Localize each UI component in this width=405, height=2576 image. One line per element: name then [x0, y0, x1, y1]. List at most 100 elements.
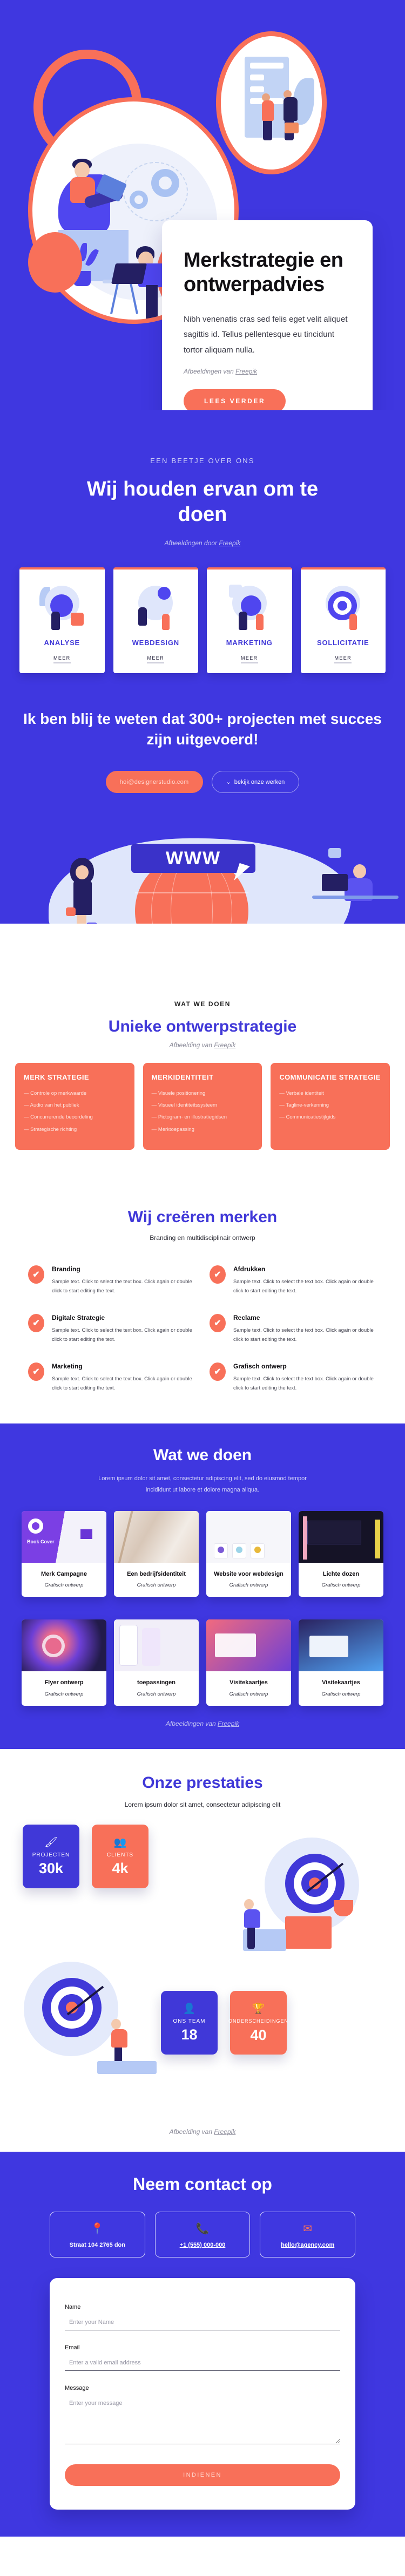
portfolio-item-category: Grafisch ontwerp: [321, 1691, 361, 1698]
portfolio-item-title: Visitekaartjes: [322, 1679, 360, 1686]
message-input[interactable]: [65, 2398, 340, 2445]
gear-icon: [151, 169, 179, 197]
portfolio-item-category: Grafisch ontwerp: [229, 1582, 268, 1589]
www-wordmark: WWW: [131, 844, 255, 873]
portfolio-card[interactable]: Lichte dozen Grafisch ontwerp: [299, 1510, 383, 1597]
portfolio-credit: Afbeeldingen van Freepik: [0, 1720, 405, 1727]
portfolio-card[interactable]: Visitekaartjes Grafisch ontwerp: [206, 1619, 291, 1706]
portfolio-subtitle: Lorem ipsum dolor sit amet, consectetur …: [98, 1475, 307, 1493]
phone-icon: 📞: [195, 2223, 210, 2235]
email-input[interactable]: [65, 2357, 340, 2371]
portfolio-thumbnail: [114, 1619, 199, 1672]
service-name: MARKETING: [226, 639, 273, 647]
portfolio-thumbnail: [299, 1619, 383, 1672]
credit-link[interactable]: Freepik: [214, 2128, 235, 2136]
feature-item: ✔ Branding Sample text. Click to select …: [28, 1265, 195, 1296]
list-item: Audio van het publiek: [24, 1102, 126, 1109]
list-item: Concurrerende beoordeling: [24, 1114, 126, 1121]
card-title: COMMUNICATIE STRATEGIE: [279, 1073, 381, 1082]
cta-buttons: hoi@designerstudio.com ⌄ bekijk onze wer…: [22, 771, 383, 794]
feature-item: ✔ Marketing Sample text. Click to select…: [28, 1362, 195, 1393]
hero-title: Merkstrategie en ontwerpadvies: [184, 249, 343, 296]
stat-card-projecten: 🖌 PROJECTEN 30k: [23, 1825, 79, 1889]
card-title: MERK STRATEGIE: [24, 1073, 89, 1082]
feature-title: Marketing: [52, 1362, 83, 1371]
credit-prefix: Afbeelding van: [169, 2128, 214, 2136]
stats-subtitle: Lorem ipsum dolor sit amet, consectetur …: [124, 1801, 281, 1809]
stats-credit: Afbeelding van Freepik: [0, 2128, 405, 2136]
landing-page: Merkstrategie en ontwerpadvies Nibh vene…: [0, 0, 405, 2537]
portfolio-thumbnail: [114, 1510, 199, 1563]
portfolio-card[interactable]: toepassingen Grafisch ontwerp: [114, 1619, 199, 1706]
portfolio-card[interactable]: Visitekaartjes Grafisch ontwerp: [299, 1619, 383, 1706]
about-eyebrow: EEN BEETJE OVER ONS: [150, 457, 255, 465]
portfolio-item-title: Flyer ontwerp: [44, 1679, 84, 1686]
white-base: [0, 924, 405, 989]
message-label: Message: [65, 2385, 89, 2392]
www-banner: WWW: [0, 826, 405, 989]
achievement-illustration: [238, 1834, 389, 1958]
service-more-link[interactable]: MEER: [147, 655, 165, 664]
stat-label: PROJECTEN: [32, 1852, 70, 1859]
person-legs: [146, 285, 158, 320]
feature-grid: ✔ Branding Sample text. Click to select …: [0, 1242, 405, 1393]
credit-link[interactable]: Freepik: [235, 368, 257, 375]
person-figure: [262, 93, 274, 140]
service-card-marketing[interactable]: MARKETING MEER: [207, 567, 292, 674]
service-card-sollicitatie[interactable]: SOLLICITATIE MEER: [300, 567, 386, 674]
portfolio-card[interactable]: Flyer ontwerp Grafisch ontwerp: [22, 1619, 106, 1706]
check-icon: ✔: [28, 1362, 44, 1381]
envelope-icon: ✉: [303, 2223, 313, 2235]
people-icon: 👥: [113, 1837, 127, 1849]
list-item: Merktoepassing: [152, 1126, 254, 1133]
service-name: SOLLICITATIE: [317, 639, 369, 647]
stat-value: 4k: [112, 1860, 129, 1877]
stat-label: ONS TEAM: [173, 2018, 206, 2025]
list-item: Controle op merkwaarde: [24, 1090, 126, 1097]
feature-title: Branding: [52, 1265, 80, 1273]
contact-email[interactable]: hello@agency.com: [264, 2242, 352, 2248]
check-icon: ✔: [210, 1265, 226, 1284]
portfolio-item-title: Lichte dozen: [322, 1570, 360, 1577]
stats-title: Onze prestaties: [142, 1774, 263, 1792]
credit-link[interactable]: Freepik: [214, 1041, 235, 1049]
contact-phone[interactable]: +1 (555) 000-000: [159, 2242, 247, 2248]
view-works-button[interactable]: ⌄ bekijk onze werken: [211, 771, 300, 794]
service-more-link[interactable]: MEER: [53, 655, 71, 664]
email-cta-button[interactable]: hoi@designerstudio.com: [105, 771, 203, 794]
name-input[interactable]: [65, 2317, 340, 2331]
thumb-label: Book Cover: [27, 1538, 55, 1544]
service-card-analyse[interactable]: ANALYSE MEER: [19, 567, 105, 674]
portfolio-card[interactable]: Book Cover Merk Campagne Grafisch ontwer…: [22, 1510, 106, 1597]
webdesign-icon: [131, 581, 180, 631]
create-subtitle: Branding en multidisciplinair ontwerp: [150, 1233, 255, 1242]
heart-icon: [66, 907, 76, 917]
contact-form: Name Email Message INDIENEN: [50, 2278, 355, 2510]
portfolio-card[interactable]: Een bedrijfsidentiteit Grafisch ontwerp: [114, 1510, 199, 1597]
credit-prefix: Afbeeldingen van: [165, 1720, 218, 1728]
credit-link[interactable]: Freepik: [219, 539, 240, 547]
portfolio-card[interactable]: Website voor webdesign Grafisch ontwerp: [206, 1510, 291, 1597]
hero-credit: Afbeeldingen van Freepik: [184, 368, 351, 375]
contact-card-email[interactable]: ✉ hello@agency.com: [260, 2212, 356, 2258]
strategy-credit: Afbeelding van Freepik: [0, 1041, 405, 1049]
read-more-button[interactable]: LEES VERDER: [184, 389, 286, 410]
portfolio-title: Wat we doen: [153, 1446, 252, 1464]
list-item: Communicatiestijlgids: [279, 1114, 381, 1121]
stat-card-onderscheidingen: 🏆 ONDERSCHEIDINGEN 40: [228, 1991, 288, 2055]
stats-section: Onze prestaties Lorem ipsum dolor sit am…: [0, 1749, 405, 2152]
check-icon: ✔: [210, 1314, 226, 1333]
service-card-webdesign[interactable]: WEBDESIGN MEER: [113, 567, 198, 674]
credit-link[interactable]: Freepik: [218, 1720, 239, 1727]
service-more-link[interactable]: MEER: [240, 655, 258, 664]
service-name: ANALYSE: [44, 639, 80, 647]
feature-title: Reclame: [233, 1314, 260, 1322]
submit-button[interactable]: INDIENEN: [65, 2464, 340, 2486]
contact-card-phone[interactable]: 📞 +1 (555) 000-000: [154, 2212, 251, 2258]
service-more-link[interactable]: MEER: [334, 655, 352, 664]
contact-card-address[interactable]: 📍 Straat 104 2765 don: [50, 2212, 145, 2258]
briefcase-icon: [285, 123, 299, 133]
strategy-card-identiteit: MERKIDENTITEIT Visuele positionering Vis…: [143, 1063, 262, 1150]
portfolio-item-title: toepassingen: [137, 1679, 176, 1686]
list-item: Visuele positionering: [152, 1090, 254, 1097]
